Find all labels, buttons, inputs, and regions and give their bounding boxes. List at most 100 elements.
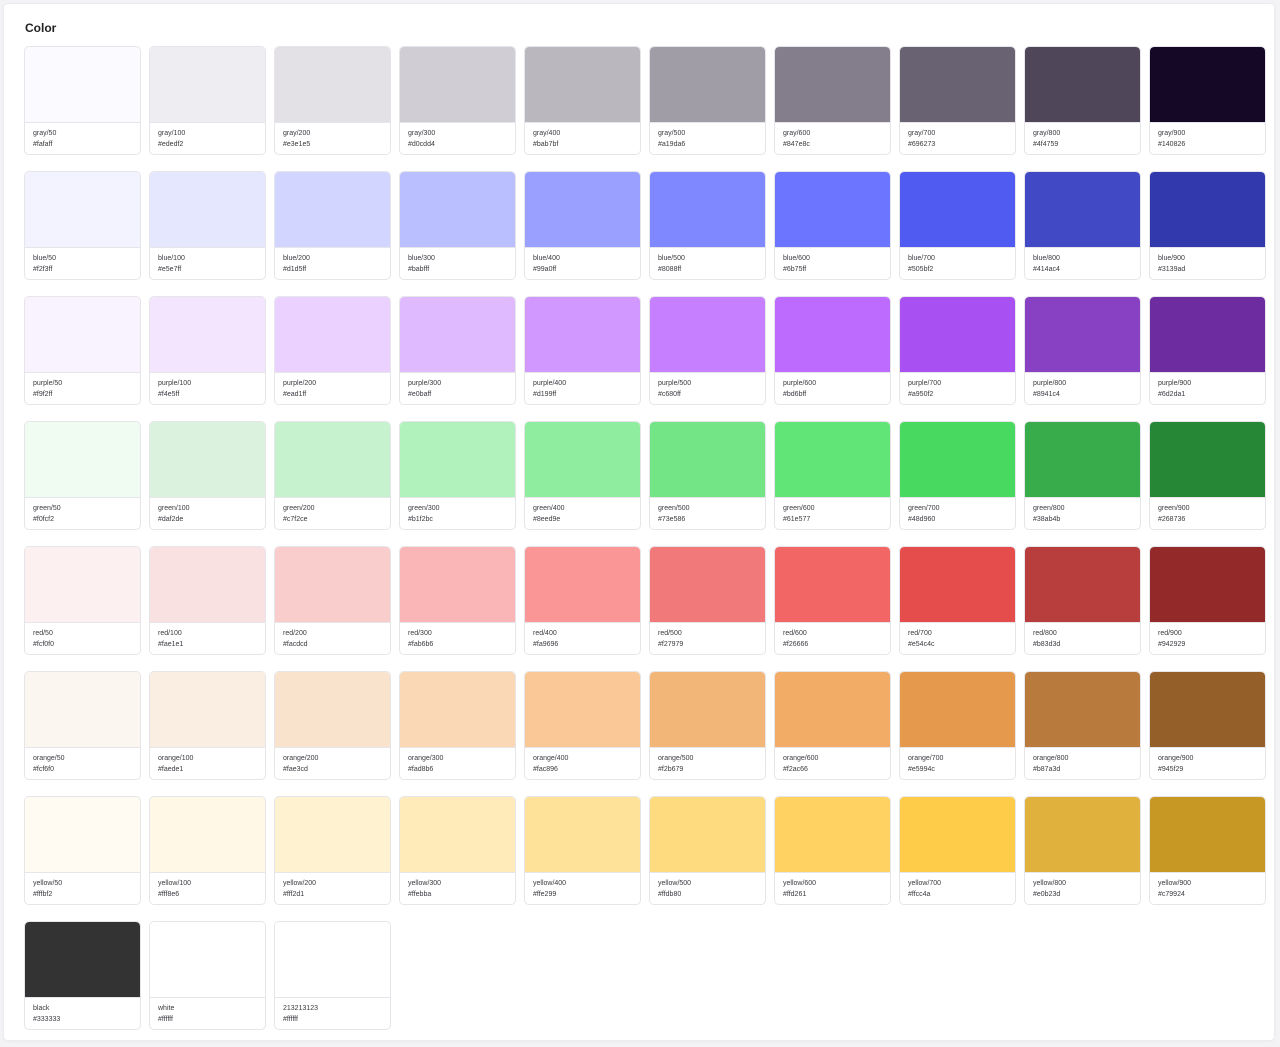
color-swatch-card[interactable]: gray/700 #696273 xyxy=(899,46,1016,155)
color-swatch-card[interactable]: orange/900 #945f29 xyxy=(1149,671,1266,780)
color-swatch xyxy=(900,47,1015,123)
color-swatch-card[interactable]: yellow/900 #c79924 xyxy=(1149,796,1266,905)
color-swatch-card[interactable]: orange/700 #e5994c xyxy=(899,671,1016,780)
color-swatch-card[interactable]: yellow/400 #ffe299 xyxy=(524,796,641,905)
color-swatch-card[interactable]: yellow/800 #e0b23d xyxy=(1024,796,1141,905)
color-swatch-card[interactable]: blue/300 #babfff xyxy=(399,171,516,280)
swatch-hex: #f9f2ff xyxy=(33,391,53,398)
color-swatch-card[interactable]: green/100 #daf2de xyxy=(149,421,266,530)
color-swatch-card[interactable]: red/200 #facdcd xyxy=(274,546,391,655)
color-swatch-card[interactable]: blue/200 #d1d5ff xyxy=(274,171,391,280)
color-swatch-card[interactable]: blue/700 #505bf2 xyxy=(899,171,1016,280)
color-swatch-card[interactable]: orange/300 #fad8b6 xyxy=(399,671,516,780)
color-swatch-card[interactable]: yellow/50 #fffbf2 xyxy=(24,796,141,905)
swatch-hex: #333333 xyxy=(33,1016,61,1023)
swatch-meta: orange/700 #e5994c xyxy=(900,748,1015,775)
color-swatch-card[interactable]: red/500 #f27979 xyxy=(649,546,766,655)
color-swatch-card[interactable]: red/900 #942929 xyxy=(1149,546,1266,655)
swatch-meta: red/900 #942929 xyxy=(1150,623,1265,650)
swatch-meta: yellow/900 #c79924 xyxy=(1150,873,1265,900)
color-swatch-card[interactable]: purple/600 #bd6bff xyxy=(774,296,891,405)
swatch-meta: purple/800 #8941c4 xyxy=(1025,373,1140,400)
color-swatch-card[interactable]: green/50 #f0fcf2 xyxy=(24,421,141,530)
color-swatch-card[interactable]: purple/400 #d199ff xyxy=(524,296,641,405)
color-swatch-card[interactable]: blue/400 #99a0ff xyxy=(524,171,641,280)
color-swatch-card[interactable]: green/600 #61e577 xyxy=(774,421,891,530)
swatch-hex: #fae1e1 xyxy=(158,641,184,648)
swatch-meta: red/800 #b83d3d xyxy=(1025,623,1140,650)
color-swatch-card[interactable]: orange/50 #fcf6f0 xyxy=(24,671,141,780)
color-swatch-card[interactable]: orange/500 #f2b679 xyxy=(649,671,766,780)
color-swatch-card[interactable]: green/200 #c7f2ce xyxy=(274,421,391,530)
swatch-name: gray/800 xyxy=(1033,130,1061,137)
swatch-hex: #fffbf2 xyxy=(33,891,53,898)
color-swatch-card[interactable]: gray/50 #fafaff xyxy=(24,46,141,155)
color-swatch-card[interactable]: blue/600 #6b75ff xyxy=(774,171,891,280)
color-swatch-card[interactable]: yellow/100 #fff8e6 xyxy=(149,796,266,905)
color-swatch-card[interactable]: red/600 #f26666 xyxy=(774,546,891,655)
color-swatch-card[interactable]: red/400 #fa9696 xyxy=(524,546,641,655)
color-swatch-card[interactable]: orange/400 #fac896 xyxy=(524,671,641,780)
color-swatch-card[interactable]: green/300 #b1f2bc xyxy=(399,421,516,530)
swatch-hex: #e54c4c xyxy=(908,641,935,648)
swatch-hex: #f26666 xyxy=(783,641,809,648)
color-swatch-card[interactable]: purple/500 #c680ff xyxy=(649,296,766,405)
color-swatch-card[interactable]: orange/600 #f2ac66 xyxy=(774,671,891,780)
color-swatch-card[interactable]: green/500 #73e586 xyxy=(649,421,766,530)
swatch-hex: #61e577 xyxy=(783,516,811,523)
swatch-hex: #8eed9e xyxy=(533,516,561,523)
color-swatch-card[interactable]: green/700 #48d960 xyxy=(899,421,1016,530)
color-swatch-card[interactable]: purple/50 #f9f2ff xyxy=(24,296,141,405)
swatch-meta: red/300 #fab6b6 xyxy=(400,623,515,650)
color-swatch-card[interactable]: yellow/500 #ffdb80 xyxy=(649,796,766,905)
color-swatch xyxy=(900,672,1015,748)
color-swatch-card[interactable]: green/400 #8eed9e xyxy=(524,421,641,530)
color-swatch-card[interactable]: green/900 #268736 xyxy=(1149,421,1266,530)
color-swatch-card[interactable]: blue/900 #3139ad xyxy=(1149,171,1266,280)
swatch-hex: #99a0ff xyxy=(533,266,557,273)
color-swatch-card[interactable]: blue/50 #f2f3ff xyxy=(24,171,141,280)
color-swatch-card[interactable]: purple/900 #6d2da1 xyxy=(1149,296,1266,405)
color-swatch-card[interactable]: gray/900 #140826 xyxy=(1149,46,1266,155)
color-swatch-card[interactable]: gray/100 #ededf2 xyxy=(149,46,266,155)
color-swatch-card[interactable]: blue/800 #414ac4 xyxy=(1024,171,1141,280)
color-swatch-card[interactable]: gray/400 #bab7bf xyxy=(524,46,641,155)
color-swatch xyxy=(1150,422,1265,498)
swatch-meta: yellow/200 #fff2d1 xyxy=(275,873,390,900)
swatch-meta: gray/100 #ededf2 xyxy=(150,123,265,150)
color-swatch xyxy=(900,297,1015,373)
color-swatch-card[interactable]: orange/200 #fae3cd xyxy=(274,671,391,780)
color-swatch-card[interactable]: yellow/300 #ffebba xyxy=(399,796,516,905)
color-swatch-card[interactable]: red/100 #fae1e1 xyxy=(149,546,266,655)
color-swatch-card[interactable]: gray/200 #e3e1e5 xyxy=(274,46,391,155)
color-swatch-card[interactable]: yellow/600 #ffd261 xyxy=(774,796,891,905)
color-swatch-card[interactable]: orange/800 #b87a3d xyxy=(1024,671,1141,780)
color-swatch xyxy=(525,172,640,248)
color-swatch-card[interactable]: gray/300 #d0cdd4 xyxy=(399,46,516,155)
color-swatch-card[interactable]: red/50 #fcf0f0 xyxy=(24,546,141,655)
color-swatch-card[interactable]: yellow/200 #fff2d1 xyxy=(274,796,391,905)
swatch-hex: #fff2d1 xyxy=(283,891,305,898)
color-swatch-card[interactable]: green/800 #38ab4b xyxy=(1024,421,1141,530)
color-swatch-card[interactable]: white #ffffff xyxy=(149,921,266,1030)
color-swatch-card[interactable]: red/700 #e54c4c xyxy=(899,546,1016,655)
color-swatch-card[interactable]: purple/200 #ead1ff xyxy=(274,296,391,405)
color-swatch-card[interactable]: blue/500 #8088ff xyxy=(649,171,766,280)
color-swatch-card[interactable]: blue/100 #e5e7ff xyxy=(149,171,266,280)
swatch-meta: green/50 #f0fcf2 xyxy=(25,498,140,525)
color-swatch-card[interactable]: red/300 #fab6b6 xyxy=(399,546,516,655)
color-swatch-card[interactable]: purple/800 #8941c4 xyxy=(1024,296,1141,405)
color-swatch-card[interactable]: gray/800 #4f4759 xyxy=(1024,46,1141,155)
swatch-hex: #ffd261 xyxy=(783,891,807,898)
color-swatch-card[interactable]: purple/100 #f4e5ff xyxy=(149,296,266,405)
color-swatch-card[interactable]: gray/500 #a19da6 xyxy=(649,46,766,155)
color-swatch-card[interactable]: yellow/700 #ffcc4a xyxy=(899,796,1016,905)
color-swatch-card[interactable]: 213213123 #ffffff xyxy=(274,921,391,1030)
color-swatch-card[interactable]: gray/600 #847e8c xyxy=(774,46,891,155)
color-swatch-card[interactable]: orange/100 #faede1 xyxy=(149,671,266,780)
swatch-hex: #73e586 xyxy=(658,516,686,523)
color-swatch-card[interactable]: red/800 #b83d3d xyxy=(1024,546,1141,655)
color-swatch-card[interactable]: purple/700 #a950f2 xyxy=(899,296,1016,405)
color-swatch-card[interactable]: black #333333 xyxy=(24,921,141,1030)
color-swatch-card[interactable]: purple/300 #e0baff xyxy=(399,296,516,405)
